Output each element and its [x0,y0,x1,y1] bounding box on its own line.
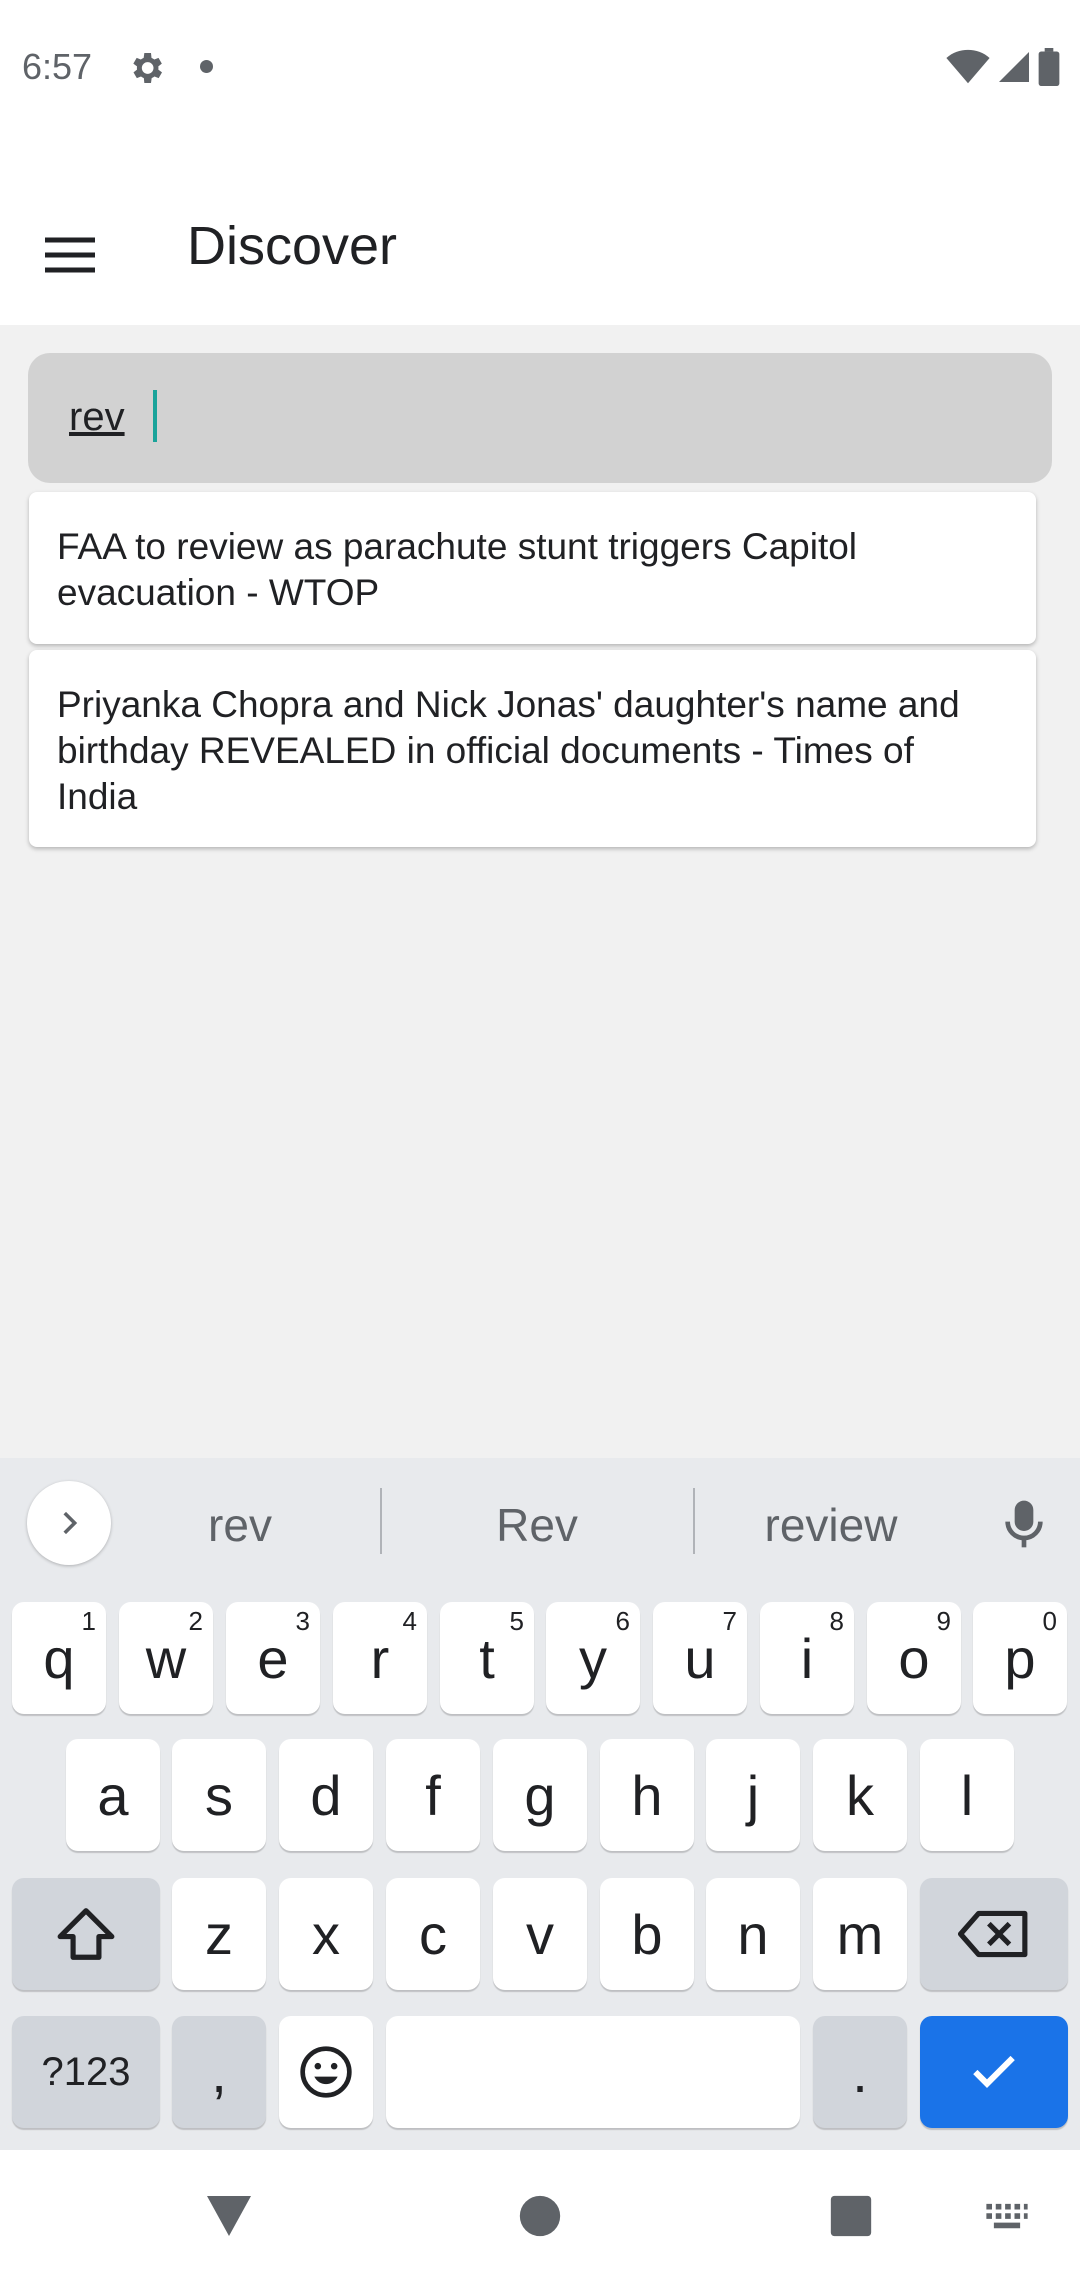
key-number: 9 [936,1606,951,1636]
suggestion-divider [380,1488,382,1554]
suggestion-text: FAA to review as parachute stunt trigger… [57,526,858,567]
home-circle-icon[interactable] [518,2194,562,2238]
settings-gear-icon [133,53,162,83]
text-cursor [153,390,157,442]
notification-dot-icon [200,60,213,73]
suggestion-text: Priyanka Chopra and Nick Jonas' daughter… [57,684,960,725]
key-o[interactable]: o9 [867,1602,961,1714]
key-h[interactable]: h [600,1739,694,1851]
key-number: 6 [615,1606,630,1636]
app-bar: Discover [0,135,1080,325]
key-label: q [43,1626,75,1690]
keyboard-suggestion[interactable]: rev [180,1498,300,1552]
key-u[interactable]: u7 [653,1602,747,1714]
enter-key[interactable] [920,2016,1068,2128]
recents-square-icon[interactable] [829,2194,873,2238]
keyboard-suggestion[interactable]: review [746,1498,916,1552]
search-text: rev [69,395,125,439]
key-i[interactable]: i8 [760,1602,854,1714]
search-input-value: rev [69,395,125,440]
back-triangle-icon[interactable] [204,2194,254,2238]
keyboard-suggestion[interactable]: Rev [467,1498,607,1552]
backspace-key[interactable] [920,1878,1068,1990]
microphone-icon[interactable] [996,1494,1052,1554]
key-x[interactable]: x [279,1878,373,1990]
key-number: 0 [1042,1606,1057,1636]
search-input[interactable]: rev [28,353,1052,483]
key-label: p [1004,1626,1036,1690]
chevron-right-icon [63,1511,78,1535]
key-number: 8 [829,1606,844,1636]
key-label: w [145,1626,187,1690]
key-f[interactable]: f [386,1739,480,1851]
key-n[interactable]: n [706,1878,800,1990]
comma-key[interactable]: , [172,2016,266,2128]
status-icons [946,46,1060,88]
key-b[interactable]: b [600,1878,694,1990]
key-label: e [257,1626,289,1690]
key-label: r [370,1626,390,1690]
backspace-icon [958,1910,1028,1958]
key-a[interactable]: a [66,1739,160,1851]
suggestion-text: evacuation - WTOP [57,572,380,613]
key-label: t [479,1626,495,1690]
key-number: 3 [295,1606,310,1636]
key-g[interactable]: g [493,1739,587,1851]
period-key[interactable]: . [813,2016,907,2128]
page-title: Discover [187,216,398,276]
key-number: 5 [509,1606,524,1636]
hamburger-menu-icon[interactable] [40,225,100,285]
signal-icon [999,52,1029,82]
key-t[interactable]: t5 [440,1602,534,1714]
key-k[interactable]: k [813,1739,907,1851]
key-label: y [579,1626,607,1690]
key-m[interactable]: m [813,1878,907,1990]
key-v[interactable]: v [493,1878,587,1990]
suggestion-item[interactable]: Priyanka Chopra and Nick Jonas' daughter… [29,650,1036,847]
suggestion-text: birthday REVEALED in official documents … [57,730,914,771]
emoji-smiley-icon [300,2046,352,2098]
status-bar: 6:57 [0,0,1080,135]
symbols-key[interactable]: ?123 [12,2016,160,2128]
checkmark-icon [973,2055,1015,2088]
wifi-icon [946,49,990,84]
status-time: 6:57 [22,46,93,87]
shift-arrow-icon [57,1908,115,1960]
key-z[interactable]: z [172,1878,266,1990]
key-c[interactable]: c [386,1878,480,1990]
key-number: 4 [402,1606,417,1636]
key-label: i [800,1626,814,1690]
suggestion-text: India [57,776,138,817]
navigation-bar [0,2150,1080,2280]
key-p[interactable]: p0 [973,1602,1067,1714]
key-s[interactable]: s [172,1739,266,1851]
key-w[interactable]: w2 [119,1602,213,1714]
key-number: 7 [722,1606,737,1636]
keyboard-suggestion-strip: rev Rev review [0,1458,1080,1588]
suggestion-item[interactable]: FAA to review as parachute stunt trigger… [29,492,1036,644]
space-key[interactable] [386,2016,800,2128]
key-j[interactable]: j [706,1739,800,1851]
key-label: u [684,1626,716,1690]
keyboard: rev Rev review q1 w2 e3 r4 t5 y6 u7 i8 o… [0,1458,1080,2150]
key-d[interactable]: d [279,1739,373,1851]
key-r[interactable]: r4 [333,1602,427,1714]
key-q[interactable]: q1 [12,1602,106,1714]
expand-suggestions-button[interactable] [27,1481,111,1565]
suggestion-divider [693,1488,695,1554]
key-number: 1 [81,1606,96,1636]
key-e[interactable]: e3 [226,1602,320,1714]
key-y[interactable]: y6 [546,1602,640,1714]
key-l[interactable]: l [920,1739,1014,1851]
keyboard-switch-icon[interactable] [984,2202,1030,2232]
key-number: 2 [188,1606,203,1636]
key-label: o [898,1626,930,1690]
emoji-key[interactable] [279,2016,373,2128]
battery-icon [1038,48,1060,86]
shift-key[interactable] [12,1878,160,1990]
